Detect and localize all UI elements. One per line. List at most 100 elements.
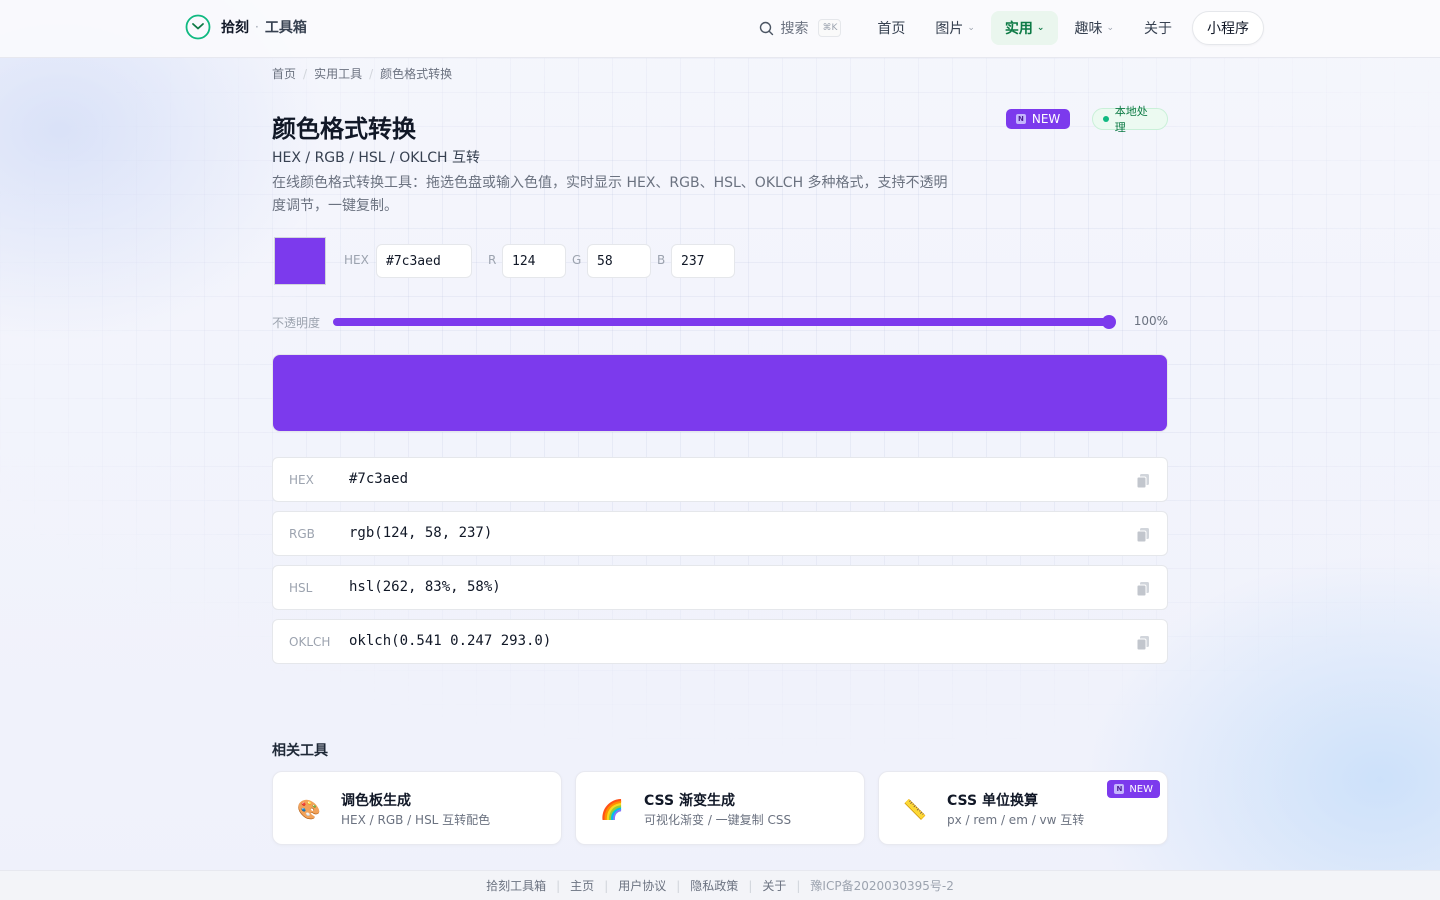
related-tool-palette[interactable]: 🎨 调色板生成 HEX / RGB / HSL 互转配色 — [272, 771, 562, 845]
new-badge-label: NEW — [1129, 783, 1153, 795]
brand-logo-icon — [185, 14, 211, 40]
nav-home[interactable]: 首页 — [863, 11, 919, 45]
search-button[interactable]: 搜索 ⌘K — [751, 11, 849, 45]
card-title: CSS 渐变生成 — [644, 793, 735, 809]
hex-label: HEX — [344, 253, 369, 267]
brand-subtitle: 工具箱 — [264, 20, 307, 36]
opacity-slider-fill — [333, 318, 1109, 326]
format-row-oklch: OKLCH oklch(0.541 0.247 293.0) — [272, 619, 1168, 664]
opacity-slider-thumb[interactable] — [1102, 315, 1116, 329]
copy-icon[interactable] — [1136, 473, 1150, 489]
new-badge-n-icon: N — [1016, 114, 1026, 124]
related-tools-title: 相关工具 — [272, 743, 328, 759]
related-tool-gradient[interactable]: 🌈 CSS 渐变生成 可视化渐变 / 一键复制 CSS — [575, 771, 865, 845]
r-input[interactable] — [502, 244, 566, 278]
opacity-row: 不透明度 100% — [272, 312, 1168, 332]
format-value: #7c3aed — [349, 471, 409, 487]
format-name: HSL — [289, 581, 313, 595]
hex-input[interactable] — [376, 244, 472, 278]
new-badge: N NEW — [1107, 780, 1160, 798]
breadcrumb-current: 颜色格式转换 — [380, 67, 453, 81]
breadcrumb-utilities[interactable]: 实用工具 — [314, 65, 362, 82]
footer-separator: | — [604, 878, 609, 893]
chevron-down-icon: ⌄ — [1106, 23, 1114, 33]
format-name: OKLCH — [289, 635, 331, 649]
nav-label: 关于 — [1144, 21, 1172, 37]
main-nav: 搜索 ⌘K 首页 图片 ⌄ 实用 ⌄ 趣味 ⌄ 关于 小程序 — [751, 11, 1264, 45]
r-label: R — [488, 253, 497, 267]
card-title: 调色板生成 — [341, 793, 411, 809]
footer: 拾刻工具箱 | 主页 | 用户协议 | 隐私政策 | 关于 | 豫ICP备202… — [0, 870, 1440, 900]
search-shortcut: ⌘K — [818, 19, 842, 37]
footer-separator: | — [748, 878, 753, 893]
local-processing-badge: 本地处理 — [1092, 105, 1168, 134]
footer-separator: | — [796, 878, 801, 893]
copy-icon[interactable] — [1136, 635, 1150, 651]
format-row-hsl: HSL hsl(262, 83%, 58%) — [272, 565, 1168, 610]
footer-separator: | — [676, 878, 681, 893]
format-name: HEX — [289, 473, 314, 487]
new-badge: N NEW — [1006, 109, 1071, 129]
copy-icon[interactable] — [1136, 581, 1150, 597]
rainbow-icon: 🌈 — [600, 799, 624, 821]
g-label: G — [572, 253, 582, 267]
ruler-icon: 📏 — [903, 799, 927, 821]
footer-link[interactable]: 拾刻工具箱 — [486, 877, 546, 894]
icp-license[interactable]: 豫ICP备2020030395号-2 — [810, 877, 953, 894]
footer-link[interactable]: 关于 — [762, 877, 786, 894]
brand-name: 拾刻 — [221, 20, 249, 36]
nav-about[interactable]: 关于 — [1130, 11, 1186, 45]
brand[interactable]: 拾刻 · 工具箱 — [185, 14, 307, 40]
chevron-down-icon: ⌄ — [1036, 23, 1045, 33]
search-icon — [760, 21, 774, 35]
color-preview — [272, 354, 1168, 432]
nav-label: 趣味 — [1074, 21, 1103, 37]
related-tool-units[interactable]: 📏 CSS 单位换算 px / rem / em / vw 互转 N NEW — [878, 771, 1168, 845]
b-input[interactable] — [671, 244, 735, 278]
format-name: RGB — [289, 527, 315, 541]
status-dot-icon — [1103, 116, 1109, 122]
nav-images[interactable]: 图片 ⌄ — [921, 11, 989, 45]
opacity-label: 不透明度 — [272, 316, 321, 330]
top-navbar: 拾刻 · 工具箱 搜索 ⌘K 首页 图片 ⌄ 实用 ⌄ 趣味 ⌄ 关于 小程序 — [0, 0, 1440, 58]
b-label: B — [657, 253, 666, 267]
opacity-value: 100% — [1133, 314, 1168, 328]
g-input[interactable] — [587, 244, 651, 278]
format-value: hsl(262, 83%, 58%) — [349, 579, 501, 595]
brand-separator: · — [255, 20, 259, 34]
chevron-down-icon: ⌄ — [967, 23, 975, 33]
footer-link[interactable]: 隐私政策 — [690, 877, 738, 894]
breadcrumb-separator: / — [369, 66, 374, 81]
format-row-hex: HEX #7c3aed — [272, 457, 1168, 502]
footer-link[interactable]: 主页 — [570, 877, 594, 894]
card-title: CSS 单位换算 — [947, 793, 1038, 809]
format-row-rgb: RGB rgb(124, 58, 237) — [272, 511, 1168, 556]
card-subtitle: px / rem / em / vw 互转 — [947, 813, 1085, 827]
nav-fun[interactable]: 趣味 ⌄ — [1060, 11, 1128, 45]
breadcrumb-separator: / — [303, 66, 308, 81]
mini-program-button[interactable]: 小程序 — [1192, 11, 1264, 45]
breadcrumb: 首页 / 实用工具 / 颜色格式转换 — [272, 65, 452, 82]
format-value: oklch(0.541 0.247 293.0) — [349, 633, 552, 649]
page-description: 在线颜色格式转换工具：拖选色盘或输入色值，实时显示 HEX、RGB、HSL、OK… — [272, 175, 948, 214]
nav-label: 实用 — [1004, 21, 1033, 37]
card-subtitle: HEX / RGB / HSL 互转配色 — [341, 813, 491, 827]
color-input-row: HEX R G B — [272, 236, 1168, 288]
palette-icon: 🎨 — [297, 799, 321, 821]
format-value: rgb(124, 58, 237) — [349, 525, 493, 541]
nav-utilities[interactable]: 实用 ⌄ — [990, 11, 1059, 45]
page-title: 颜色格式转换 — [272, 115, 416, 143]
footer-separator: | — [556, 878, 561, 893]
nav-label: 首页 — [877, 21, 906, 37]
new-badge-label: NEW — [1031, 112, 1061, 126]
card-subtitle: 可视化渐变 / 一键复制 CSS — [644, 813, 792, 827]
opacity-slider[interactable] — [333, 315, 1116, 329]
footer-link[interactable]: 用户协议 — [618, 877, 666, 894]
color-picker-swatch[interactable] — [274, 237, 326, 285]
breadcrumb-home[interactable]: 首页 — [272, 65, 296, 82]
new-badge-n-icon: N — [1114, 784, 1125, 794]
page-subtitle: HEX / RGB / HSL / OKLCH 互转 — [272, 150, 480, 166]
local-processing-label: 本地处理 — [1114, 105, 1148, 134]
nav-label: 图片 — [935, 21, 964, 37]
copy-icon[interactable] — [1136, 527, 1150, 543]
